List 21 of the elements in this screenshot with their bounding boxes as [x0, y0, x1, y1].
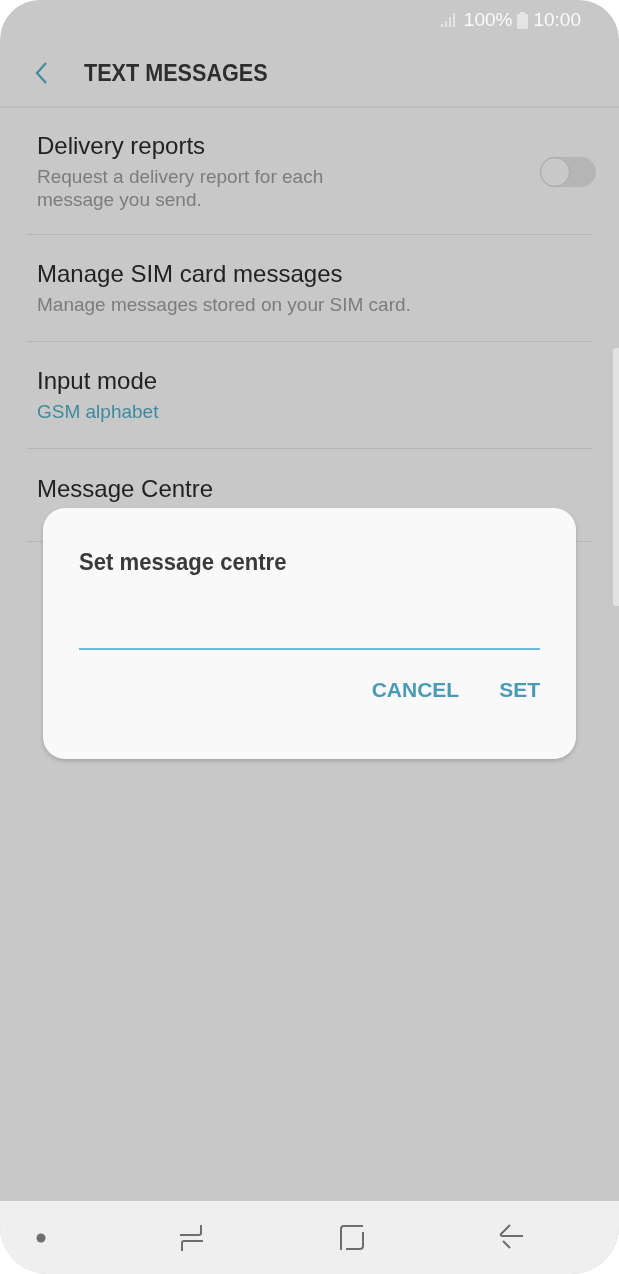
setting-title: Input mode: [37, 367, 159, 396]
setting-title: Manage SIM card messages: [37, 260, 344, 289]
dot-icon: [36, 1232, 46, 1243]
recent-apps-button[interactable]: [179, 1223, 206, 1252]
setting-row[interactable]: Manage SIM card messages Manage messages stored on your SIM card.: [27, 234, 592, 342]
setting-description: Request a delivery report for each message you send.: [37, 166, 325, 212]
setting-title: Delivery reports: [37, 132, 207, 160]
setting-row[interactable]: Delivery reports Request a delivery report for each message you send.: [27, 108, 592, 235]
recent-apps-icon: [179, 1223, 206, 1252]
dialog-title: Set message centre: [79, 548, 287, 576]
screen-title: TEXT MESSAGES: [84, 59, 268, 87]
home-button[interactable]: [338, 1224, 365, 1251]
setting-value: GSM alphabet: [37, 401, 159, 424]
battery-icon: [517, 11, 529, 29]
chevron-left-icon: [34, 61, 48, 85]
signal-icon: [440, 13, 457, 27]
toggle-switch[interactable]: [540, 156, 596, 187]
home-icon: [338, 1224, 365, 1251]
setting-row[interactable]: Input mode GSM alphabet: [27, 341, 592, 449]
setting-title: Message Centre: [37, 474, 214, 503]
setting-description: Manage messages stored on your SIM card.: [37, 294, 411, 317]
